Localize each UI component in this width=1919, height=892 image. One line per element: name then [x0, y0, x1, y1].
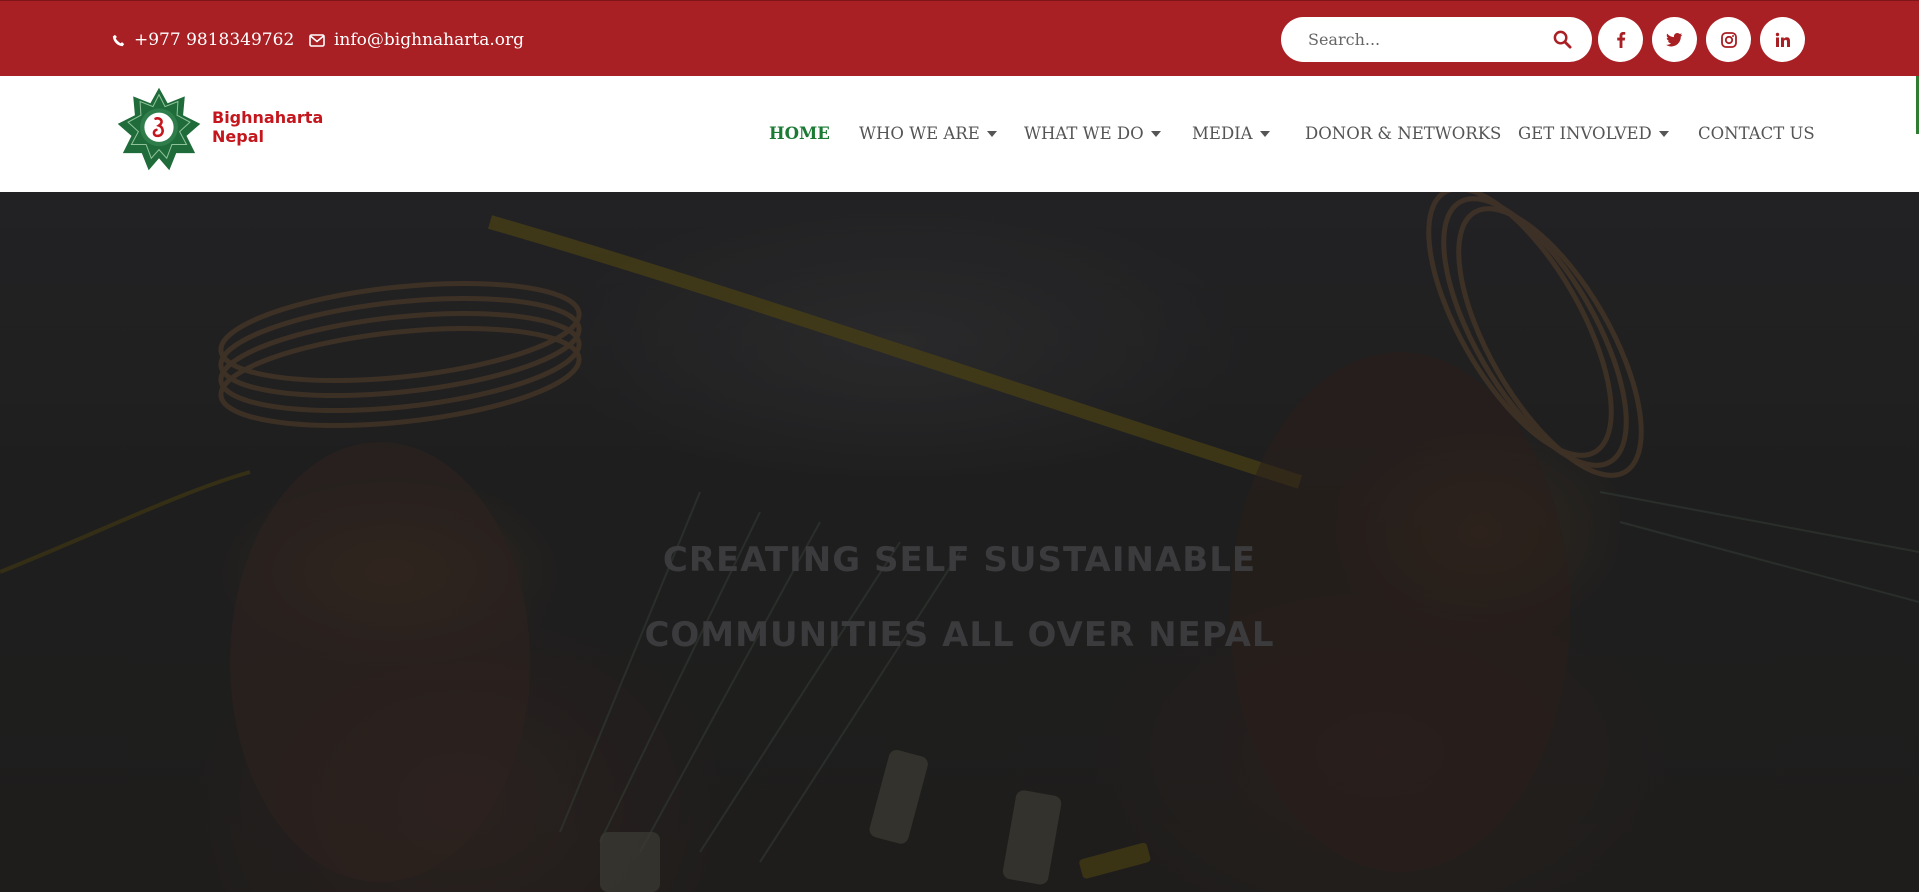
- caret-down-icon: [1150, 130, 1161, 137]
- search-icon[interactable]: [1553, 30, 1572, 49]
- email-address: info@bighnaharta.org: [334, 30, 524, 50]
- phone-number: +977 9818349762: [134, 30, 295, 50]
- search-input[interactable]: [1308, 30, 1538, 49]
- nav-media-label: MEDIA: [1192, 124, 1253, 143]
- twitter-icon: [1666, 32, 1683, 46]
- nav-contact-us-label: CONTACT US: [1698, 124, 1815, 143]
- email-contact[interactable]: info@bighnaharta.org: [309, 30, 524, 50]
- linkedin-icon: [1775, 32, 1790, 47]
- nav-donor-networks-label: DONOR & NETWORKS: [1305, 124, 1502, 143]
- nav-get-involved[interactable]: GET INVOLVED: [1518, 124, 1669, 143]
- twitter-button[interactable]: [1652, 17, 1697, 62]
- search-box: [1281, 17, 1592, 62]
- top-contact-bar: +977 9818349762 info@bighnaharta.org: [0, 0, 1919, 76]
- hero-banner: CREATING SELF SUSTAINABLE COMMUNITIES AL…: [0, 192, 1919, 892]
- nav-media[interactable]: MEDIA: [1192, 124, 1270, 143]
- nav-contact-us[interactable]: CONTACT US: [1698, 124, 1815, 143]
- nav-home-label: HOME: [769, 124, 830, 143]
- caret-down-icon: [1658, 130, 1669, 137]
- nav-who-we-are[interactable]: WHO WE ARE: [859, 124, 997, 143]
- main-nav: HOME WHO WE ARE WHAT WE DO MEDIA DONOR &…: [0, 124, 1919, 146]
- phone-icon: [112, 34, 125, 46]
- facebook-button[interactable]: [1598, 17, 1643, 62]
- linkedin-button[interactable]: [1760, 17, 1805, 62]
- phone-contact[interactable]: +977 9818349762: [112, 30, 294, 50]
- hero-title-line1: CREATING SELF SUSTAINABLE: [662, 540, 1257, 580]
- facebook-icon: [1616, 31, 1625, 48]
- instagram-button[interactable]: [1706, 17, 1751, 62]
- instagram-icon: [1720, 31, 1737, 48]
- main-header: Bighnaharta Nepal HOME WHO WE ARE WHAT W…: [0, 76, 1919, 192]
- hero-title-line2: COMMUNITIES ALL OVER NEPAL: [644, 615, 1275, 655]
- nav-get-involved-label: GET INVOLVED: [1518, 124, 1652, 143]
- envelope-icon: [309, 33, 325, 47]
- nav-donor-networks[interactable]: DONOR & NETWORKS: [1305, 124, 1501, 143]
- nav-what-we-do[interactable]: WHAT WE DO: [1024, 124, 1161, 143]
- nav-home[interactable]: HOME: [769, 124, 830, 143]
- caret-down-icon: [1259, 130, 1270, 137]
- caret-down-icon: [986, 130, 997, 137]
- nav-who-we-are-label: WHO WE ARE: [859, 124, 980, 143]
- nav-what-we-do-label: WHAT WE DO: [1024, 124, 1144, 143]
